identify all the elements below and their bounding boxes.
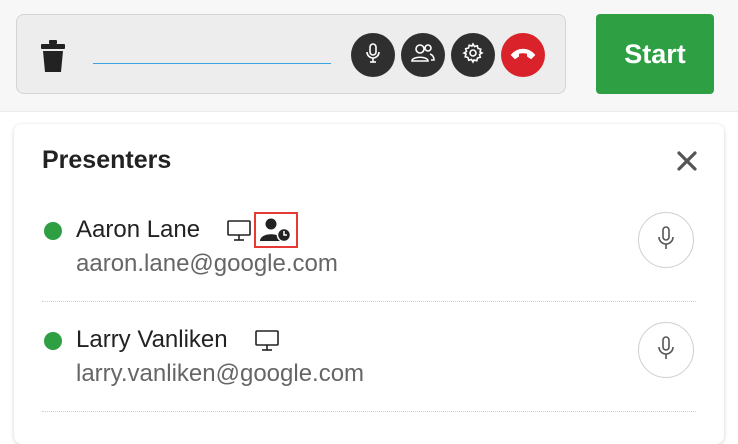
top-toolbar: Start xyxy=(0,0,738,112)
close-icon[interactable] xyxy=(674,148,700,174)
name-input[interactable] xyxy=(93,63,331,64)
panel-title: Presenters xyxy=(42,146,172,174)
phone-hangup-icon xyxy=(510,46,536,65)
presenter-row: Aaron Lane aaron.lane@google.com xyxy=(42,192,696,302)
mic-icon xyxy=(363,42,383,69)
hangup-button[interactable] xyxy=(501,33,545,77)
start-button[interactable]: Start xyxy=(596,14,714,94)
presenter-name: Aaron Lane xyxy=(76,216,201,243)
settings-button[interactable] xyxy=(451,33,495,77)
trash-icon[interactable] xyxy=(39,39,67,73)
presenter-mic-button[interactable] xyxy=(638,212,694,268)
monitor-icon xyxy=(226,218,252,244)
mic-button[interactable] xyxy=(351,33,395,77)
call-controls xyxy=(16,14,566,94)
user-clock-icon xyxy=(254,212,298,248)
gear-icon xyxy=(462,41,484,69)
presenter-name: Larry Vanliken xyxy=(76,326,228,353)
presenters-panel: Presenters Aaron Lane aaron.lane@google.… xyxy=(14,124,724,444)
mic-icon xyxy=(656,335,676,366)
participants-button[interactable] xyxy=(401,33,445,77)
people-icon xyxy=(410,43,436,68)
mic-icon xyxy=(656,225,676,256)
monitor-icon xyxy=(254,328,280,354)
presenter-email: larry.vanliken@google.com xyxy=(76,360,365,387)
presenter-row: Larry Vanliken larry.vanliken@google.com xyxy=(42,302,696,412)
online-status-dot xyxy=(44,332,62,350)
presenter-email: aaron.lane@google.com xyxy=(76,250,338,277)
presenter-mic-button[interactable] xyxy=(638,322,694,378)
online-status-dot xyxy=(44,222,62,240)
